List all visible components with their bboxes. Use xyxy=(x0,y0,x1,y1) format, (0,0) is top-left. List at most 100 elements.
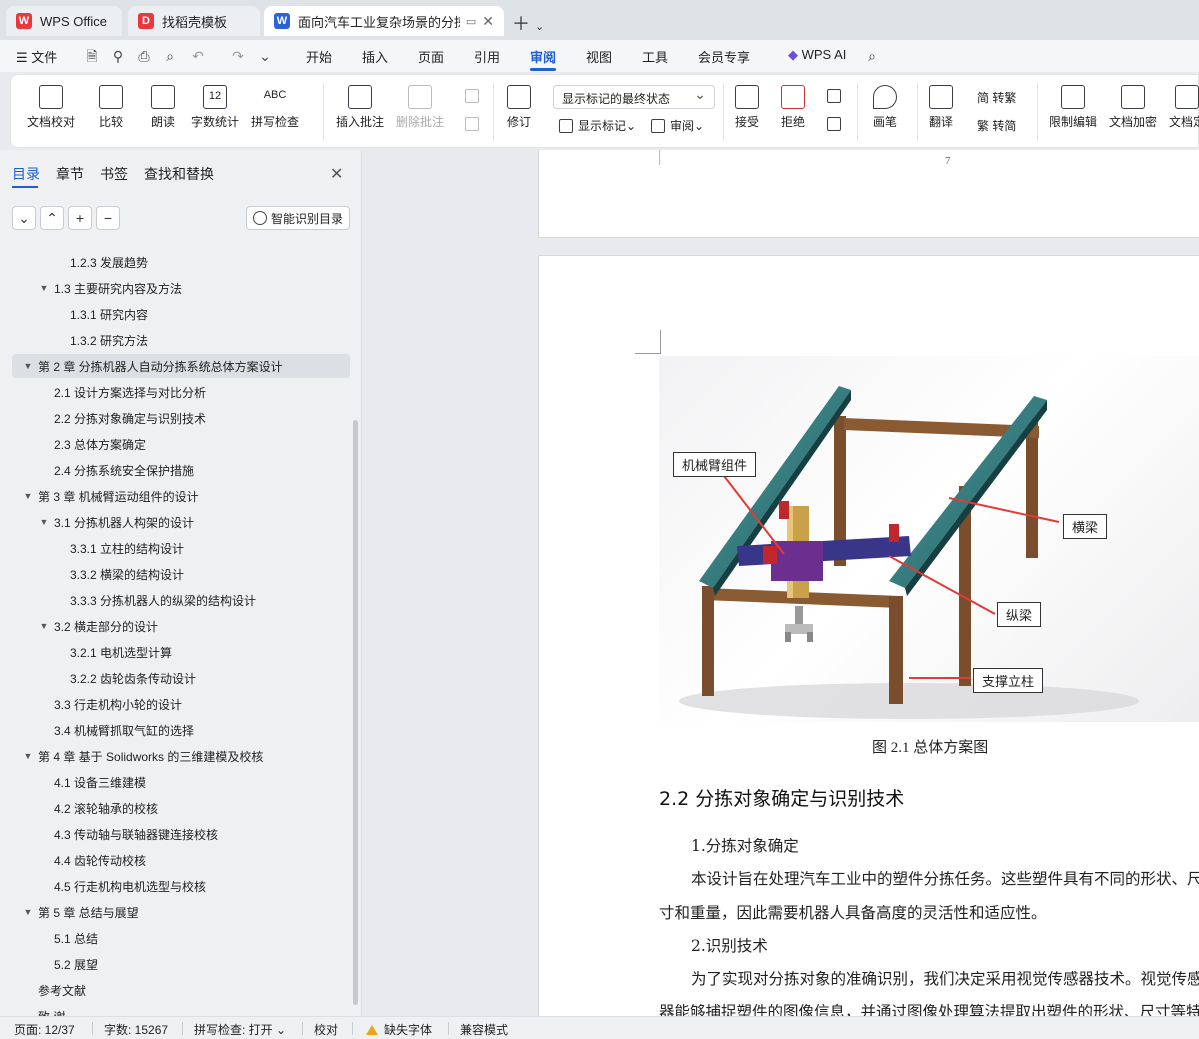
toc-item[interactable]: ▼ 第 5 章 总结与展望 xyxy=(0,900,350,924)
prev-comment-button[interactable] xyxy=(465,89,484,103)
smart-toc-button[interactable]: 智能识别目录 xyxy=(246,206,350,230)
toc-item[interactable]: 4.5 行走机构电机选型与校核 xyxy=(0,874,350,898)
toc-item[interactable]: 1.3.2 研究方法 xyxy=(0,328,350,352)
monitor-icon[interactable]: ▭ xyxy=(466,15,476,28)
toc-item[interactable]: 3.2.2 齿轮齿条传动设计 xyxy=(0,666,350,690)
toc-item[interactable]: ▼ 1.3 主要研究内容及方法 xyxy=(0,276,350,300)
link-icon[interactable]: ⚲ xyxy=(110,48,126,64)
new-tab-icon[interactable]: ＋ ⌄ xyxy=(512,10,544,36)
nav-tab-sections[interactable]: 章节 xyxy=(56,164,84,184)
remove-heading-icon[interactable]: − xyxy=(96,206,120,230)
toc-item[interactable]: 1.2.3 发展趋势 xyxy=(0,250,350,274)
file-menu[interactable]: ☰ 文件 xyxy=(16,47,57,66)
toc-item[interactable]: ▼ 3.1 分拣机器人构架的设计 xyxy=(0,510,350,534)
restrict-edit-button[interactable]: 限制编辑 xyxy=(1049,85,1097,130)
menu-tools[interactable]: 工具 xyxy=(642,47,668,66)
delete-comment-button[interactable]: 删除批注 xyxy=(396,85,444,130)
to-traditional-button[interactable]: 简 转繁 xyxy=(977,89,1016,106)
expand-arrow-icon[interactable]: ▼ xyxy=(38,283,50,293)
menu-member[interactable]: 会员专享 xyxy=(698,47,750,66)
menu-page[interactable]: 页面 xyxy=(418,47,444,66)
menu-view[interactable]: 视图 xyxy=(586,47,612,66)
close-icon[interactable]: ✕ xyxy=(482,13,494,30)
spell-check-status[interactable]: 拼写检查: 打开 ⌄ xyxy=(194,1021,286,1038)
expand-arrow-icon[interactable]: ▼ xyxy=(22,907,34,917)
expand-arrow-icon[interactable]: ▼ xyxy=(22,751,34,761)
expand-arrow-icon[interactable]: ▼ xyxy=(38,517,50,527)
next-change-button[interactable] xyxy=(827,117,846,131)
toc-item[interactable]: 3.3.1 立柱的结构设计 xyxy=(0,536,350,560)
encrypt-button[interactable]: 文档加密 xyxy=(1109,85,1157,130)
toc-item[interactable]: ▼ 第 4 章 基于 Solidworks 的三维建模及校核 xyxy=(0,744,350,768)
translate-button[interactable]: 翻译 xyxy=(929,85,953,130)
toc-item[interactable]: 3.3 行走机构小轮的设计 xyxy=(0,692,350,716)
toc-item[interactable]: 2.3 总体方案确定 xyxy=(0,432,350,456)
pen-button[interactable]: 画笔 xyxy=(873,85,897,130)
collapse-up-icon[interactable]: ⌃ xyxy=(40,206,64,230)
toc-item[interactable]: 4.1 设备三维建模 xyxy=(0,770,350,794)
print-icon[interactable]: ⎙ xyxy=(136,48,152,64)
expand-arrow-icon[interactable]: ▼ xyxy=(38,621,50,631)
page-indicator[interactable]: 页面: 12/37 xyxy=(14,1021,75,1038)
toc-item[interactable]: 5.2 展望 xyxy=(0,952,350,976)
nav-tab-toc[interactable]: 目录 xyxy=(12,164,40,184)
toc-item[interactable]: 4.2 滚轮轴承的校核 xyxy=(0,796,350,820)
toc-item[interactable]: 3.3.2 横梁的结构设计 xyxy=(0,562,350,586)
toc-item[interactable]: 2.1 设计方案选择与对比分析 xyxy=(0,380,350,404)
add-heading-icon[interactable]: + xyxy=(68,206,92,230)
toc-item[interactable]: ▼ 3.2 横走部分的设计 xyxy=(0,614,350,638)
accept-button[interactable]: 接受 xyxy=(735,85,759,130)
reject-button[interactable]: 拒绝 xyxy=(781,85,805,130)
toc-scrollbar[interactable] xyxy=(353,420,358,1005)
read-aloud-button[interactable]: 朗读 xyxy=(151,85,175,130)
toc-item[interactable]: 2.4 分拣系统安全保护措施 xyxy=(0,458,350,482)
toc-item[interactable]: 2.2 分拣对象确定与识别技术 xyxy=(0,406,350,430)
spell-check-button[interactable]: ABC 拼写检查 xyxy=(251,85,299,130)
collapse-down-icon[interactable]: ⌄ xyxy=(12,206,36,230)
toc-item[interactable]: ▼ 第 2 章 分拣机器人自动分拣系统总体方案设计 xyxy=(12,354,350,378)
wps-ai-button[interactable]: ◆ WPS AI xyxy=(788,47,846,63)
toc-item[interactable]: 5.1 总结 xyxy=(0,926,350,950)
more-chevron-icon[interactable]: ⌄ xyxy=(257,48,273,64)
nav-tab-bookmarks[interactable]: 书签 xyxy=(100,164,128,184)
to-simplified-button[interactable]: 繁 转简 xyxy=(977,117,1016,134)
tab-document[interactable]: W 面向汽车工业复杂场景的分拣 ▭ ✕ xyxy=(264,6,504,36)
close-icon[interactable]: ✕ xyxy=(330,164,343,184)
save-icon[interactable]: 🗎 xyxy=(84,48,100,64)
expand-arrow-icon[interactable]: ▼ xyxy=(22,361,34,371)
word-count-button[interactable]: 12 字数统计 xyxy=(191,85,239,130)
missing-font-status[interactable]: 缺失字体 xyxy=(366,1021,432,1038)
print-preview-icon[interactable]: ⌕ xyxy=(162,48,178,64)
undo-icon[interactable]: ↶ xyxy=(190,48,206,64)
doc-check-button[interactable]: 文档校对 xyxy=(27,85,75,130)
redo-icon[interactable]: ↷ xyxy=(230,48,246,64)
toc-item[interactable]: 参考文献 xyxy=(0,978,350,1002)
menu-home[interactable]: 开始 xyxy=(306,47,332,66)
toc-item[interactable]: 3.3.3 分拣机器人的纵梁的结构设计 xyxy=(0,588,350,612)
toc-item[interactable]: 4.3 传动轴与联轴器键连接校核 xyxy=(0,822,350,846)
menu-review[interactable]: 审阅 xyxy=(530,47,556,66)
markup-mode-select[interactable]: 显示标记的最终状态 xyxy=(553,85,715,109)
toc-item[interactable]: 3.4 机械臂抓取气缸的选择 xyxy=(0,718,350,742)
prev-change-button[interactable] xyxy=(827,89,846,103)
insert-comment-button[interactable]: 插入批注 xyxy=(336,85,384,130)
next-comment-button[interactable] xyxy=(465,117,484,131)
current-page[interactable]: 机械臂组件 横梁 纵梁 支撑立柱 图 2.1 总体方案图 2.2 分拣对象确定与… xyxy=(538,255,1199,1016)
toc-item[interactable]: 4.4 齿轮传动校核 xyxy=(0,848,350,872)
menu-insert[interactable]: 插入 xyxy=(362,47,388,66)
toc-item[interactable]: ▼ 第 3 章 机械臂运动组件的设计 xyxy=(0,484,350,508)
expand-arrow-icon[interactable]: ▼ xyxy=(22,491,34,501)
show-markup-button[interactable]: 显示标记 ⌄ xyxy=(559,117,636,134)
nav-tab-find-replace[interactable]: 查找和替换 xyxy=(144,164,214,184)
toc-item[interactable]: 3.2.1 电机选型计算 xyxy=(0,640,350,664)
tab-docer-templates[interactable]: D 找稻壳模板 xyxy=(128,6,260,36)
compare-button[interactable]: 比较 xyxy=(99,85,123,130)
search-icon[interactable]: ⌕ xyxy=(864,48,880,64)
review-pane-button[interactable]: 审阅 ⌄ xyxy=(651,117,704,134)
proofread-status[interactable]: 校对 xyxy=(314,1021,338,1038)
revise-button[interactable]: 修订 xyxy=(507,85,531,130)
toc-item[interactable]: 1.3.1 研究内容 xyxy=(0,302,350,326)
menu-reference[interactable]: 引用 xyxy=(474,47,500,66)
tab-wps-office[interactable]: W WPS Office xyxy=(6,6,122,36)
doc-final-button[interactable]: 文档定 xyxy=(1169,85,1199,130)
